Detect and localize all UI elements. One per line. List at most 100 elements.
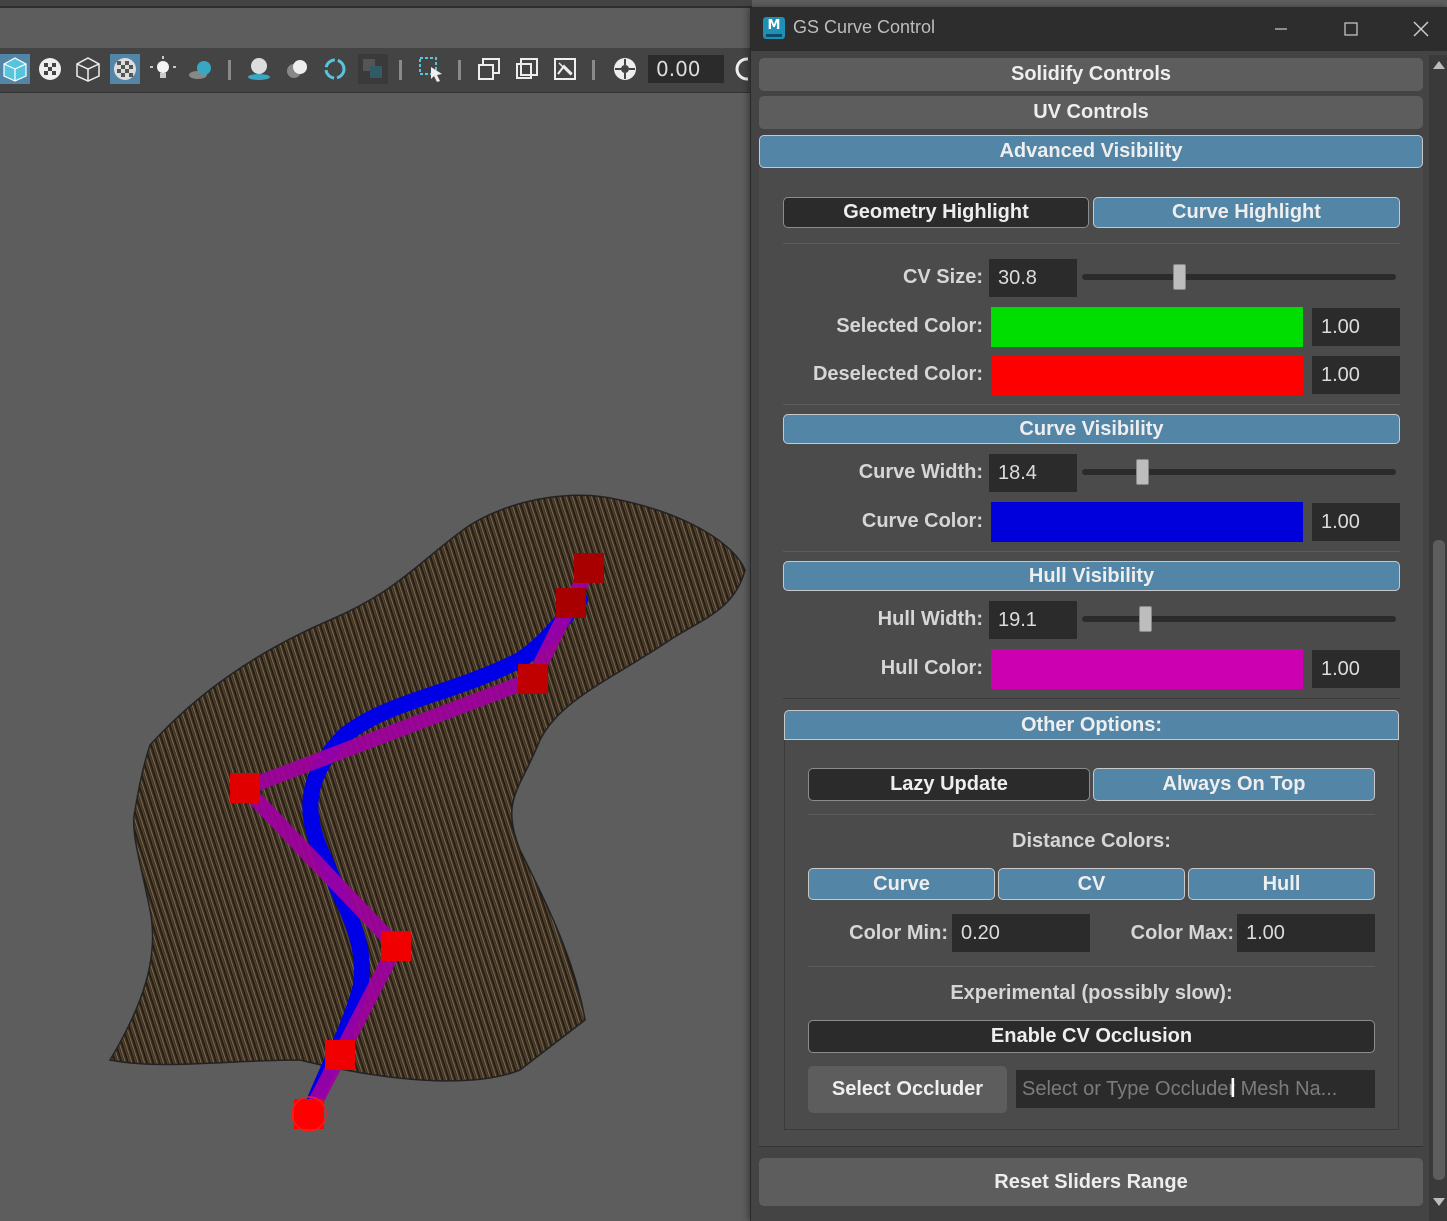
resolution-gate-icon[interactable] bbox=[512, 54, 542, 84]
divider bbox=[783, 551, 1400, 552]
uv-controls-section[interactable]: UV Controls bbox=[759, 96, 1423, 129]
divider bbox=[783, 404, 1400, 405]
curve-visibility-header[interactable]: Curve Visibility bbox=[783, 414, 1400, 444]
other-options-header[interactable]: Other Options: bbox=[784, 710, 1399, 740]
color-min-field[interactable]: 0.20 bbox=[952, 914, 1090, 952]
close-icon bbox=[1413, 21, 1429, 37]
cv-point[interactable] bbox=[381, 931, 411, 961]
shadow-icon[interactable] bbox=[186, 54, 216, 84]
scene-view bbox=[108, 494, 746, 1132]
cv-point[interactable] bbox=[518, 664, 548, 694]
enable-cv-occlusion-button[interactable]: Enable CV Occlusion bbox=[808, 1020, 1375, 1053]
cv-point[interactable] bbox=[556, 588, 586, 618]
curve-width-field[interactable]: 18.4 bbox=[989, 454, 1077, 492]
cv-size-label: CV Size: bbox=[902, 266, 983, 288]
hull-width-slider-handle[interactable] bbox=[1138, 606, 1152, 632]
toolbar-separator bbox=[458, 60, 461, 80]
geometry-highlight-tab[interactable]: Geometry Highlight bbox=[783, 197, 1089, 228]
close-button[interactable] bbox=[1401, 13, 1441, 45]
light-icon[interactable] bbox=[148, 54, 178, 84]
maximize-icon bbox=[1344, 22, 1358, 36]
cv-size-slider[interactable] bbox=[1082, 274, 1396, 280]
wireframe-cube-icon[interactable] bbox=[73, 54, 103, 84]
curve-width-label: Curve Width: bbox=[858, 461, 983, 483]
divider bbox=[783, 698, 1400, 699]
gamma-icon[interactable] bbox=[734, 54, 748, 84]
cv-point[interactable] bbox=[294, 1099, 324, 1129]
cv-point[interactable] bbox=[325, 1040, 355, 1070]
hair-card-mesh bbox=[108, 494, 746, 1082]
select-occluder-button[interactable]: Select Occluder bbox=[808, 1066, 1007, 1113]
viewport-toolbar: 0.00 bbox=[0, 48, 752, 93]
scrollbar-thumb[interactable] bbox=[1433, 540, 1445, 1180]
hull-width-label: Hull Width: bbox=[877, 608, 983, 630]
cv-point[interactable] bbox=[574, 553, 604, 583]
lazy-update-toggle[interactable]: Lazy Update bbox=[808, 768, 1090, 801]
color-max-field[interactable]: 1.00 bbox=[1237, 914, 1375, 952]
color-min-label: Color Min: bbox=[849, 922, 948, 944]
cv-size-slider-handle[interactable] bbox=[1173, 264, 1187, 290]
curve-color-label: Curve Color: bbox=[861, 510, 983, 532]
curve-width-slider[interactable] bbox=[1082, 469, 1396, 475]
isolate-icon[interactable] bbox=[358, 54, 388, 84]
hull-color-swatch[interactable] bbox=[991, 649, 1303, 689]
selected-color-label: Selected Color: bbox=[836, 315, 983, 337]
maya-viewport[interactable]: 0.00 bbox=[0, 0, 752, 1221]
gate-mask-icon[interactable] bbox=[550, 54, 580, 84]
hull-width-field[interactable]: 19.1 bbox=[989, 601, 1077, 639]
minimize-icon bbox=[1275, 28, 1287, 30]
ao-icon[interactable] bbox=[244, 54, 274, 84]
shaded-cube-icon[interactable] bbox=[0, 54, 30, 84]
select-camera-icon[interactable] bbox=[416, 54, 446, 84]
hull-color-value[interactable]: 1.00 bbox=[1312, 650, 1400, 688]
scroll-up-icon[interactable] bbox=[1433, 61, 1445, 69]
occluder-mesh-input[interactable]: Select or Type Occluder Mesh Na... bbox=[1016, 1070, 1375, 1108]
curve-color-value[interactable]: 1.00 bbox=[1312, 503, 1400, 541]
distance-curve-tab[interactable]: Curve bbox=[808, 868, 995, 900]
camera-attr-icon[interactable] bbox=[610, 54, 640, 84]
motion-blur-icon[interactable] bbox=[282, 54, 312, 84]
advanced-visibility-content: Geometry Highlight Curve Highlight CV Si… bbox=[759, 168, 1423, 1146]
cv-point[interactable] bbox=[230, 773, 260, 803]
checker-icon[interactable] bbox=[110, 54, 140, 84]
curve-width-slider-handle[interactable] bbox=[1135, 459, 1149, 485]
selected-color-value[interactable]: 1.00 bbox=[1312, 308, 1400, 346]
solidify-controls-section[interactable]: Solidify Controls bbox=[759, 58, 1423, 91]
aa-icon[interactable] bbox=[320, 54, 350, 84]
advanced-visibility-section[interactable]: Advanced Visibility bbox=[759, 135, 1423, 168]
deselected-color-swatch[interactable] bbox=[991, 355, 1303, 395]
reset-sliders-range-button[interactable]: Reset Sliders Range bbox=[759, 1158, 1423, 1206]
maximize-button[interactable] bbox=[1331, 13, 1371, 45]
minimize-button[interactable] bbox=[1261, 13, 1301, 45]
toolbar-separator bbox=[399, 60, 402, 80]
textured-sphere-icon[interactable] bbox=[35, 54, 65, 84]
divider bbox=[783, 243, 1400, 244]
divider bbox=[808, 814, 1375, 815]
safe-frame-icon[interactable] bbox=[474, 54, 504, 84]
exposure-field[interactable]: 0.00 bbox=[648, 55, 724, 83]
maya-app-icon: M bbox=[763, 17, 785, 39]
toolbar-separator bbox=[228, 60, 231, 80]
cv-size-field[interactable]: 30.8 bbox=[989, 259, 1077, 297]
experimental-label: Experimental (possibly slow): bbox=[950, 982, 1233, 1004]
distance-colors-label: Distance Colors: bbox=[1012, 830, 1171, 852]
panel-scrollbar[interactable] bbox=[1429, 55, 1447, 1221]
hull-visibility-header[interactable]: Hull Visibility bbox=[783, 561, 1400, 591]
selected-color-swatch[interactable] bbox=[991, 307, 1303, 347]
divider bbox=[759, 1146, 1423, 1147]
distance-hull-tab[interactable]: Hull bbox=[1188, 868, 1375, 900]
curve-highlight-tab[interactable]: Curve Highlight bbox=[1093, 197, 1400, 228]
title-bar: M GS Curve Control bbox=[751, 7, 1447, 51]
distance-cv-tab[interactable]: CV bbox=[998, 868, 1185, 900]
text-cursor-icon: I bbox=[1229, 1074, 1237, 1104]
deselected-color-label: Deselected Color: bbox=[812, 363, 983, 385]
curve-color-swatch[interactable] bbox=[991, 502, 1303, 542]
deselected-color-value[interactable]: 1.00 bbox=[1312, 356, 1400, 394]
hull-width-slider[interactable] bbox=[1082, 616, 1396, 622]
window-title: GS Curve Control bbox=[793, 17, 936, 37]
toolbar-separator bbox=[592, 60, 595, 80]
gs-curve-control-window: M GS Curve Control Solidify Controls UV … bbox=[750, 7, 1447, 1221]
always-on-top-toggle[interactable]: Always On Top bbox=[1093, 768, 1375, 801]
scroll-down-icon[interactable] bbox=[1433, 1198, 1445, 1206]
hull-color-label: Hull Color: bbox=[880, 657, 983, 679]
